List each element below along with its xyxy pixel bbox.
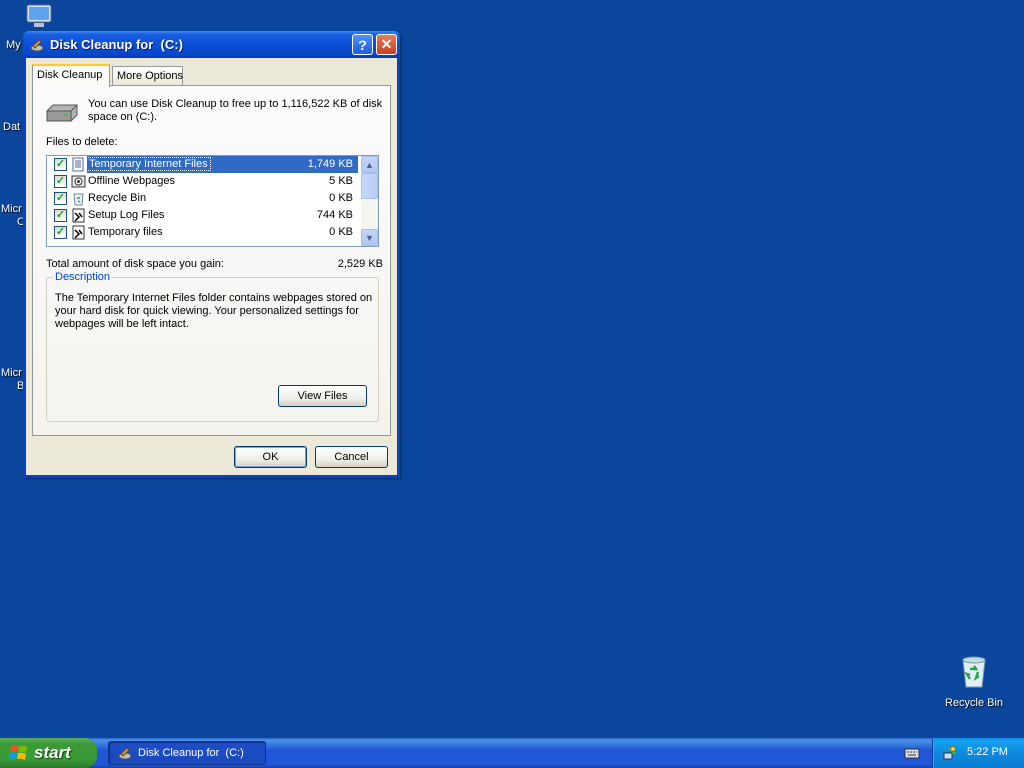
list-item[interactable]: ✓ Setup Log Files 744 KB — [47, 207, 358, 224]
recycle-bin-label: Recycle Bin — [944, 697, 1004, 709]
scroll-down-arrow-icon[interactable]: ▼ — [361, 229, 378, 246]
total-space-value: 2,529 KB — [337, 258, 383, 270]
item-checkbox[interactable]: ✓ — [54, 158, 67, 171]
keyboard-icon[interactable] — [904, 746, 920, 760]
list-scrollbar[interactable]: ▲ ▼ — [361, 156, 378, 246]
item-label: Setup Log Files — [88, 209, 165, 221]
window-title: Disk Cleanup for (C:) — [50, 37, 183, 52]
recycle-bin-icon — [962, 656, 986, 688]
item-size: 5 KB — [329, 175, 353, 187]
view-files-button[interactable]: View Files — [278, 385, 367, 407]
item-size: 1,749 KB — [307, 158, 353, 170]
system-tray: 5:22 PM — [932, 738, 1024, 768]
files-to-delete-label: Files to delete: — [46, 136, 118, 148]
clock[interactable]: 5:22 PM — [967, 746, 1008, 758]
help-button[interactable]: ? — [352, 34, 373, 55]
item-size: 744 KB — [316, 209, 353, 221]
tab-more-options[interactable]: More Options — [112, 66, 183, 85]
recycle-bin-desktop-icon[interactable]: Recycle Bin — [940, 655, 1008, 710]
hard-drive-icon — [46, 104, 78, 122]
windows-logo-icon — [9, 745, 27, 760]
recycle-bin-icon — [73, 193, 84, 206]
item-size: 0 KB — [329, 226, 353, 238]
item-label: Recycle Bin — [88, 192, 147, 204]
start-label: start — [34, 743, 71, 762]
item-size: 0 KB — [329, 192, 353, 204]
desktop-icon-label[interactable]: Micr — [1, 203, 22, 216]
total-space-label: Total amount of disk space you gain: — [46, 258, 224, 270]
list-item[interactable]: ✓ Recycle Bin 0 KB — [47, 190, 358, 207]
start-button[interactable]: start — [0, 738, 97, 768]
my-computer-icon — [26, 4, 52, 27]
item-checkbox[interactable]: ✓ — [54, 192, 67, 205]
network-icon[interactable] — [942, 745, 958, 761]
item-checkbox[interactable]: ✓ — [54, 175, 67, 188]
item-label: Temporary files — [88, 226, 163, 238]
dialog-client-area: Disk Cleanup More Options You can use Di… — [26, 58, 397, 475]
offline-webpages-icon — [71, 175, 86, 188]
taskbar-item-label: Disk Cleanup for (C:) — [138, 747, 244, 759]
description-groupbox: Description The Temporary Internet Files… — [46, 271, 379, 422]
item-label: Temporary Internet Files — [86, 157, 211, 171]
description-text: The Temporary Internet Files folder cont… — [55, 292, 373, 330]
temp-file-icon — [72, 225, 85, 240]
ok-button[interactable]: OK — [234, 446, 307, 468]
cancel-button[interactable]: Cancel — [315, 446, 388, 468]
taskbar: start Disk Cleanup for (C:) 5:22 PM — [0, 738, 1024, 768]
list-item[interactable]: ✓ Temporary Internet Files 1,749 KB — [47, 156, 358, 173]
disk-cleanup-dialog: Disk Cleanup for (C:) ? ✕ Disk Cleanup M… — [23, 31, 400, 478]
taskbar-item-disk-cleanup[interactable]: Disk Cleanup for (C:) — [108, 741, 266, 765]
item-checkbox[interactable]: ✓ — [54, 226, 67, 239]
files-to-delete-list[interactable]: ✓ Temporary Internet Files 1,749 KB ✓ Of… — [46, 155, 379, 247]
disk-cleanup-icon — [118, 747, 132, 760]
desktop-icon-label[interactable]: Micr — [1, 367, 22, 380]
description-title: Description — [53, 271, 113, 283]
list-item[interactable]: ✓ Temporary files 0 KB — [47, 224, 358, 241]
item-label: Offline Webpages — [88, 175, 176, 187]
tab-disk-cleanup[interactable]: Disk Cleanup — [32, 64, 110, 87]
list-item[interactable]: ✓ Offline Webpages 5 KB — [47, 173, 358, 190]
scroll-up-arrow-icon[interactable]: ▲ — [361, 156, 378, 173]
close-button[interactable]: ✕ — [376, 34, 397, 55]
scroll-thumb[interactable] — [361, 173, 378, 199]
log-file-icon — [72, 208, 85, 223]
desktop-icon-label: My — [6, 39, 21, 51]
title-bar[interactable]: Disk Cleanup for (C:) ? ✕ — [23, 31, 400, 58]
disk-cleanup-icon — [30, 38, 44, 51]
intro-text: You can use Disk Cleanup to free up to 1… — [88, 98, 383, 123]
desktop-icon-label[interactable]: Dat — [3, 121, 20, 134]
document-icon — [72, 157, 84, 172]
item-checkbox[interactable]: ✓ — [54, 209, 67, 222]
disk-cleanup-panel: You can use Disk Cleanup to free up to 1… — [32, 85, 391, 436]
